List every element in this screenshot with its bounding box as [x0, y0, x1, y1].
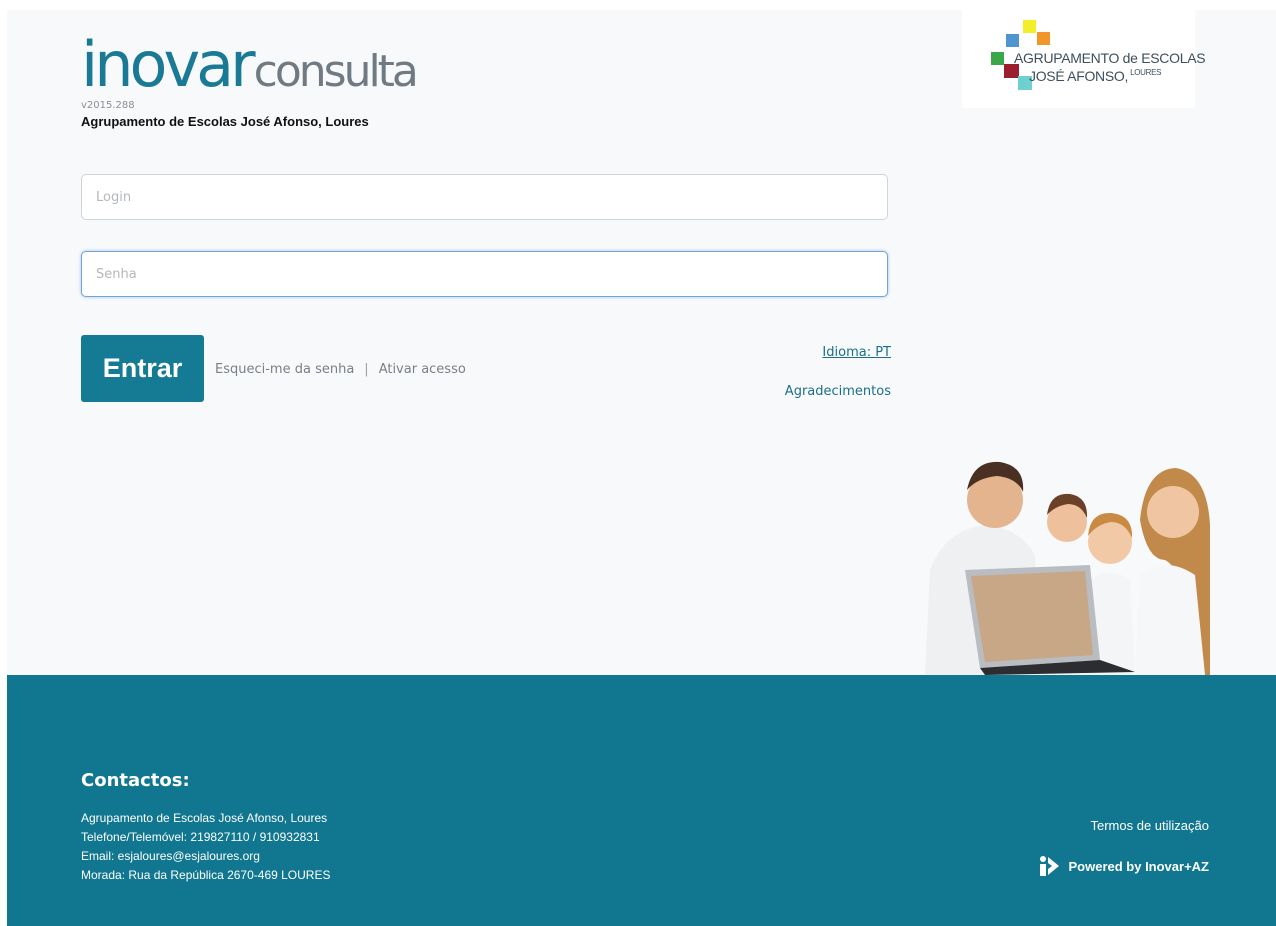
logo-part-consulta: consulta [253, 46, 419, 97]
language-selector[interactable]: Idioma: PT [822, 345, 891, 360]
school-logo-line2-text: JOSÉ AFONSO, [1029, 68, 1129, 84]
terms-link[interactable]: Termos de utilização [1091, 818, 1210, 833]
enter-button[interactable]: Entrar [81, 335, 204, 402]
school-name: Agrupamento de Escolas José Afonso, Lour… [81, 114, 369, 129]
powered-by-link[interactable]: Powered by Inovar+AZ [1038, 855, 1209, 877]
contact-line: Agrupamento de Escolas José Afonso, Lour… [81, 811, 328, 825]
contacts-title: Contactos: [81, 770, 190, 791]
login-input[interactable] [81, 174, 888, 220]
family-photo [925, 461, 1210, 675]
forgot-password-link[interactable]: Esqueci-me da senha [215, 362, 354, 377]
brand-block: inovarconsulta v2015.288 Agrupamento de … [81, 34, 419, 130]
version-label: v2015.288 [81, 100, 135, 111]
powered-logo-icon [1040, 856, 1060, 876]
thanks-link[interactable]: Agradecimentos [785, 384, 891, 399]
link-separator: | [364, 362, 369, 377]
school-logo-line2: JOSÉ AFONSO, LOURES [1029, 68, 1162, 84]
powered-label: Powered by Inovar+AZ [1068, 858, 1209, 874]
contact-line: Morada: Rua da República 2670-469 LOURES [81, 868, 331, 882]
contact-line: Telefone/Telemóvel: 219827110 / 91093283… [81, 830, 320, 844]
school-logo-line2-small: LOURES [1130, 68, 1162, 77]
login-page: inovarconsulta v2015.288 Agrupamento de … [7, 10, 1276, 926]
contact-info: Agrupamento de Escolas José Afonso, Lour… [81, 809, 330, 885]
activate-access-link[interactable]: Ativar acesso [379, 362, 466, 377]
footer: Contactos: Agrupamento de Escolas José A… [7, 675, 1276, 926]
school-logo: AGRUPAMENTO de ESCOLAS JOSÉ AFONSO, LOURE… [962, 10, 1206, 108]
school-logo-line1: AGRUPAMENTO de ESCOLAS [1014, 50, 1206, 66]
inovar-consulta-logo: inovarconsulta [81, 34, 419, 97]
account-links: Esqueci-me da senha | Ativar acesso [215, 362, 466, 377]
password-input[interactable] [81, 251, 888, 297]
logo-part-inovar: inovar [81, 28, 256, 101]
contact-line: Email: esjaloures@esjaloures.org [81, 849, 260, 863]
